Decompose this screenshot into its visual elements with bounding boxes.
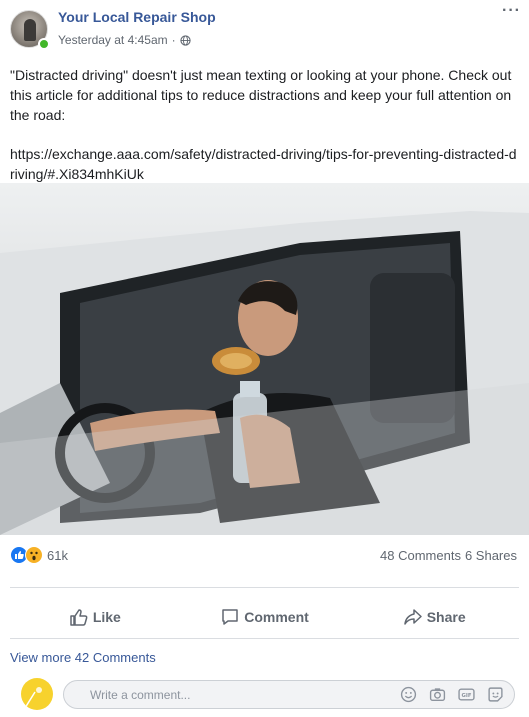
more-options-button[interactable]: ···	[502, 2, 521, 20]
post-meta: Yesterday at 4:45am ·	[58, 33, 191, 47]
post-timestamp[interactable]: Yesterday at 4:45am	[58, 33, 168, 47]
camera-icon[interactable]	[429, 686, 446, 703]
comment-tools: GIF	[400, 686, 504, 703]
share-button[interactable]: Share	[349, 598, 519, 636]
online-status-dot	[38, 38, 50, 50]
post-image[interactable]	[0, 183, 529, 535]
divider	[10, 638, 519, 639]
post-text: "Distracted driving" doesn't just mean t…	[10, 67, 512, 123]
comment-composer[interactable]: GIF	[63, 680, 515, 709]
shares-count[interactable]: 6 Shares	[465, 548, 517, 563]
action-bar: Like Comment Share	[10, 598, 519, 636]
thumbs-up-icon	[70, 609, 88, 626]
comments-count[interactable]: 48 Comments	[380, 548, 461, 563]
like-label: Like	[92, 609, 121, 625]
divider	[10, 587, 519, 588]
meta-separator: ·	[171, 33, 176, 47]
reactions-count: 61k	[47, 547, 68, 563]
reactions-summary[interactable]: 61k	[10, 545, 68, 565]
emoji-icon[interactable]	[400, 686, 417, 703]
post-stats: 48 Comments 6 Shares	[380, 548, 517, 563]
post-link[interactable]: https://exchange.aaa.com/safety/distract…	[10, 144, 520, 184]
comment-bubble-icon	[222, 609, 238, 625]
user-avatar[interactable]	[21, 678, 53, 710]
gif-icon[interactable]: GIF	[458, 686, 475, 703]
driver-eating-photo	[0, 183, 529, 535]
sticker-icon[interactable]	[487, 686, 504, 703]
globe-icon	[180, 34, 191, 46]
comment-button[interactable]: Comment	[180, 598, 350, 636]
post-header: Your Local Repair Shop Yesterday at 4:45…	[0, 0, 529, 60]
comment-input[interactable]	[90, 681, 390, 708]
view-more-comments-link[interactable]: View more 42 Comments	[10, 650, 156, 665]
comment-label: Comment	[244, 609, 309, 625]
svg-text:GIF: GIF	[462, 693, 472, 699]
page-name-link[interactable]: Your Local Repair Shop	[58, 9, 216, 25]
share-label: Share	[426, 609, 466, 625]
wow-icon	[25, 546, 43, 564]
like-button[interactable]: Like	[10, 598, 180, 636]
share-arrow-icon	[403, 609, 422, 625]
